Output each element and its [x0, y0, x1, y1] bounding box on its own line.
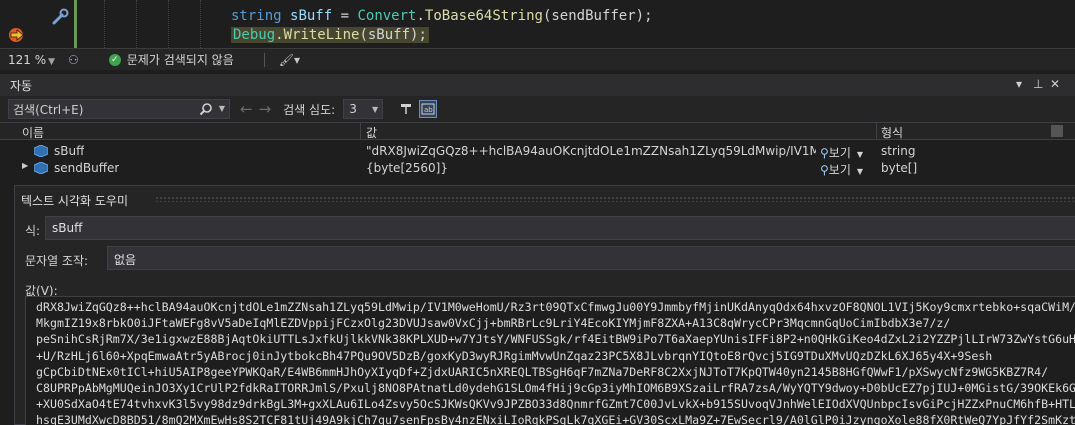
search-placeholder: 검색(Ctrl+E): [13, 102, 84, 117]
changed-line-bar: [74, 0, 77, 48]
value-text-line: MkgmIZ19x8rbkO0iJFtaWEFg8vV5aDeIqMlEZDVp…: [36, 316, 951, 331]
column-header-name[interactable]: 이름: [22, 124, 44, 141]
expression-value: sBuff: [52, 221, 83, 235]
value-textarea[interactable]: dRX8JwiZqGQz8++hclBA94auOKcnjtdOLe1mZZNs…: [25, 296, 1075, 425]
pin-member-icon[interactable]: [397, 100, 415, 118]
view-raw-structure-icon[interactable]: ab: [419, 100, 438, 118]
text-visualizer-dialog: 텍스트 시각화 도우미 식: sBuff 문자열 조작: 없음 값(V): dR…: [14, 185, 1075, 425]
value-text-line: dRX8JwiZqGQz8++hclBA94auOKcnjtdOLe1mZZNs…: [36, 300, 1075, 314]
punctuation: (sBuff);: [359, 27, 427, 43]
magnifier-icon: ⚲: [820, 163, 829, 177]
string-manipulation-value: 없음: [114, 253, 137, 267]
zoom-value: 121 %: [8, 52, 47, 67]
table-row[interactable]: sBuff "dRX8JwiZqGQz8++hclBA94auOKcnjtdOL…: [0, 142, 1075, 160]
value-text-line: hsqE3UMdXwcD8BD51/8mQ2MXmEwHs8S2TCF81tUj…: [36, 413, 1075, 425]
chevron-down-icon[interactable]: ▼: [372, 105, 378, 114]
zoom-level[interactable]: 121 % ▼: [8, 53, 62, 67]
value-text-line: +XU0SdXaO4tE74tvhxvK3l5vy98dz9drkBgL3M+g…: [36, 397, 1075, 412]
value-text-line: gCpCbiDtNEx0tICl+hiU5AIP8geeYPWKQaR/E4WB…: [36, 364, 1049, 379]
copilot-icon[interactable]: ⚇: [68, 53, 79, 67]
svg-text:ab: ab: [424, 106, 433, 114]
editor-gutter[interactable]: [0, 0, 100, 48]
chevron-down-icon[interactable]: ▼: [48, 57, 55, 67]
divider: [263, 52, 265, 67]
dialog-title: 텍스트 시각화 도우미: [21, 194, 128, 208]
search-depth-label: 검색 심도:: [283, 102, 336, 117]
expression-label: 식:: [25, 224, 41, 238]
search-depth-value: 3: [349, 102, 357, 116]
quick-action-wrench-icon[interactable]: [50, 7, 70, 27]
code-line[interactable]: string sBuff = Convert.ToBase64String(se…: [231, 8, 653, 24]
search-back-arrow-icon[interactable]: ←: [240, 100, 253, 118]
row-name: sendBuffer: [54, 161, 120, 175]
expression-field[interactable]: sBuff: [45, 216, 1075, 240]
value-text-line: peSnihCsRjRm7X/3e1igxwzE88BjAqtOkiUTTLsJ…: [36, 332, 1075, 347]
indent-guide: [136, 0, 137, 48]
column-resizer[interactable]: [876, 123, 877, 140]
indent-guide: [168, 0, 169, 48]
chevron-down-icon[interactable]: ▼: [857, 150, 863, 159]
scrollbar-up-arrow[interactable]: [1051, 125, 1063, 137]
punctuation: .: [275, 27, 284, 43]
code-editor[interactable]: string sBuff = Convert.ToBase64String(se…: [0, 0, 1075, 48]
close-icon[interactable]: ✕: [1050, 77, 1060, 91]
string-manipulation-select[interactable]: 없음: [107, 246, 1075, 270]
search-icon[interactable]: [199, 102, 213, 116]
window-position-dropdown-icon[interactable]: ▾: [1016, 77, 1022, 91]
row-type: string: [881, 144, 916, 158]
editor-status-bar: 121 % ▼ ⚇ ✓ 문제가 검색되지 않음 🖌▾: [0, 48, 1075, 70]
indent-guide: [104, 0, 105, 48]
code-cleanup-brush-icon[interactable]: 🖌▾: [279, 53, 300, 67]
search-depth-select[interactable]: 3 ▼: [343, 99, 384, 119]
punctuation: (sendBuffer);: [542, 8, 653, 24]
row-name: sBuff: [54, 144, 85, 158]
value-text-line: +U/RzHLj6l60+XpqEmwaAtr5yABrocj0inJytbok…: [36, 348, 993, 363]
type-name: Debug: [233, 27, 276, 43]
string-manipulation-label: 문자열 조작:: [25, 254, 89, 268]
punctuation: .: [416, 8, 425, 24]
current-statement-arrow-icon: [9, 28, 24, 42]
check-circle-icon: ✓: [108, 53, 121, 66]
current-code-line[interactable]: Debug.WriteLine(sBuff);: [231, 27, 429, 43]
expand-arrow-icon[interactable]: ▶: [22, 161, 28, 170]
type-name: Convert: [357, 8, 417, 24]
field-icon: [34, 162, 48, 174]
panel-title: 자동: [10, 78, 33, 93]
row-type: byte[]: [881, 161, 918, 175]
search-input[interactable]: 검색(Ctrl+E) ▼: [8, 99, 230, 119]
identifier: sBuff: [290, 8, 333, 24]
column-header-value[interactable]: 값: [366, 124, 377, 141]
autos-panel-header: 자동 ▾ ⊥ ✕: [0, 74, 1075, 96]
issues-text: 문제가 검색되지 않음: [126, 53, 234, 67]
field-icon: [34, 145, 48, 157]
chevron-down-icon[interactable]: ▼: [857, 167, 863, 176]
table-row[interactable]: ▶ sendBuffer {byte[2560]} ⚲보기 ▼ byte[]: [0, 159, 1075, 177]
pin-icon[interactable]: ⊥: [1033, 77, 1043, 91]
view-label: 보기: [828, 146, 851, 160]
value-text-line: C8UPRPpAbMgMUQeinJO3Xy1CrUlP2fdkRaITORRJ…: [36, 381, 1075, 396]
keyword: string: [231, 8, 282, 24]
title-bar-grip[interactable]: [155, 196, 1075, 202]
autos-toolbar: 검색(Ctrl+E) ▼ ← → 검색 심도: 3 ▼ ab: [0, 96, 1075, 122]
view-label: 보기: [828, 163, 851, 177]
magnifier-icon: ⚲: [820, 146, 829, 160]
method-name: ToBase64String: [424, 8, 543, 24]
indent-guide: [200, 0, 201, 48]
column-header-type[interactable]: 형식: [881, 124, 903, 141]
operator: =: [332, 8, 358, 24]
row-value[interactable]: "dRX8JwiZqGQz8++hclBA94auOKcnjtdOLe1mZZN…: [366, 144, 816, 158]
visualizer-view-button[interactable]: ⚲보기 ▼: [820, 161, 863, 178]
column-resizer[interactable]: [360, 123, 361, 140]
method-name: WriteLine: [283, 27, 360, 43]
autos-grid-header: 이름 값 형식: [0, 122, 1075, 140]
search-forward-arrow-icon[interactable]: →: [259, 100, 272, 118]
issues-indicator[interactable]: ✓ 문제가 검색되지 않음: [108, 51, 234, 68]
row-value[interactable]: {byte[2560]}: [366, 161, 816, 175]
chevron-down-icon[interactable]: ▼: [219, 104, 225, 113]
